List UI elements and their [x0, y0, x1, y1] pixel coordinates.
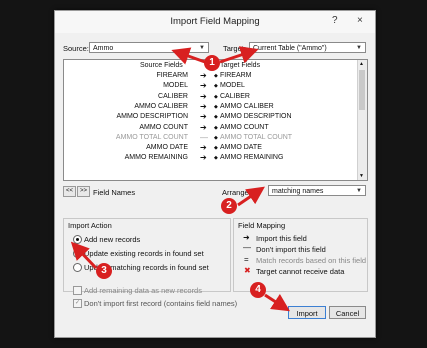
annotation-overlay — [70, 46, 291, 312]
annotation-badge-2: 2 — [221, 198, 237, 214]
annotation-arrow-4 — [264, 293, 291, 312]
annotation-badge-3: 3 — [96, 263, 112, 279]
annotation-badge-1: 1 — [204, 55, 220, 71]
annotation-arrow-1-right — [219, 46, 259, 64]
annotation-arrow-3 — [70, 241, 98, 270]
annotation-arrow-1-left — [171, 47, 206, 65]
annotation-badge-4: 4 — [250, 282, 266, 298]
annotation-arrow-2 — [237, 186, 265, 207]
